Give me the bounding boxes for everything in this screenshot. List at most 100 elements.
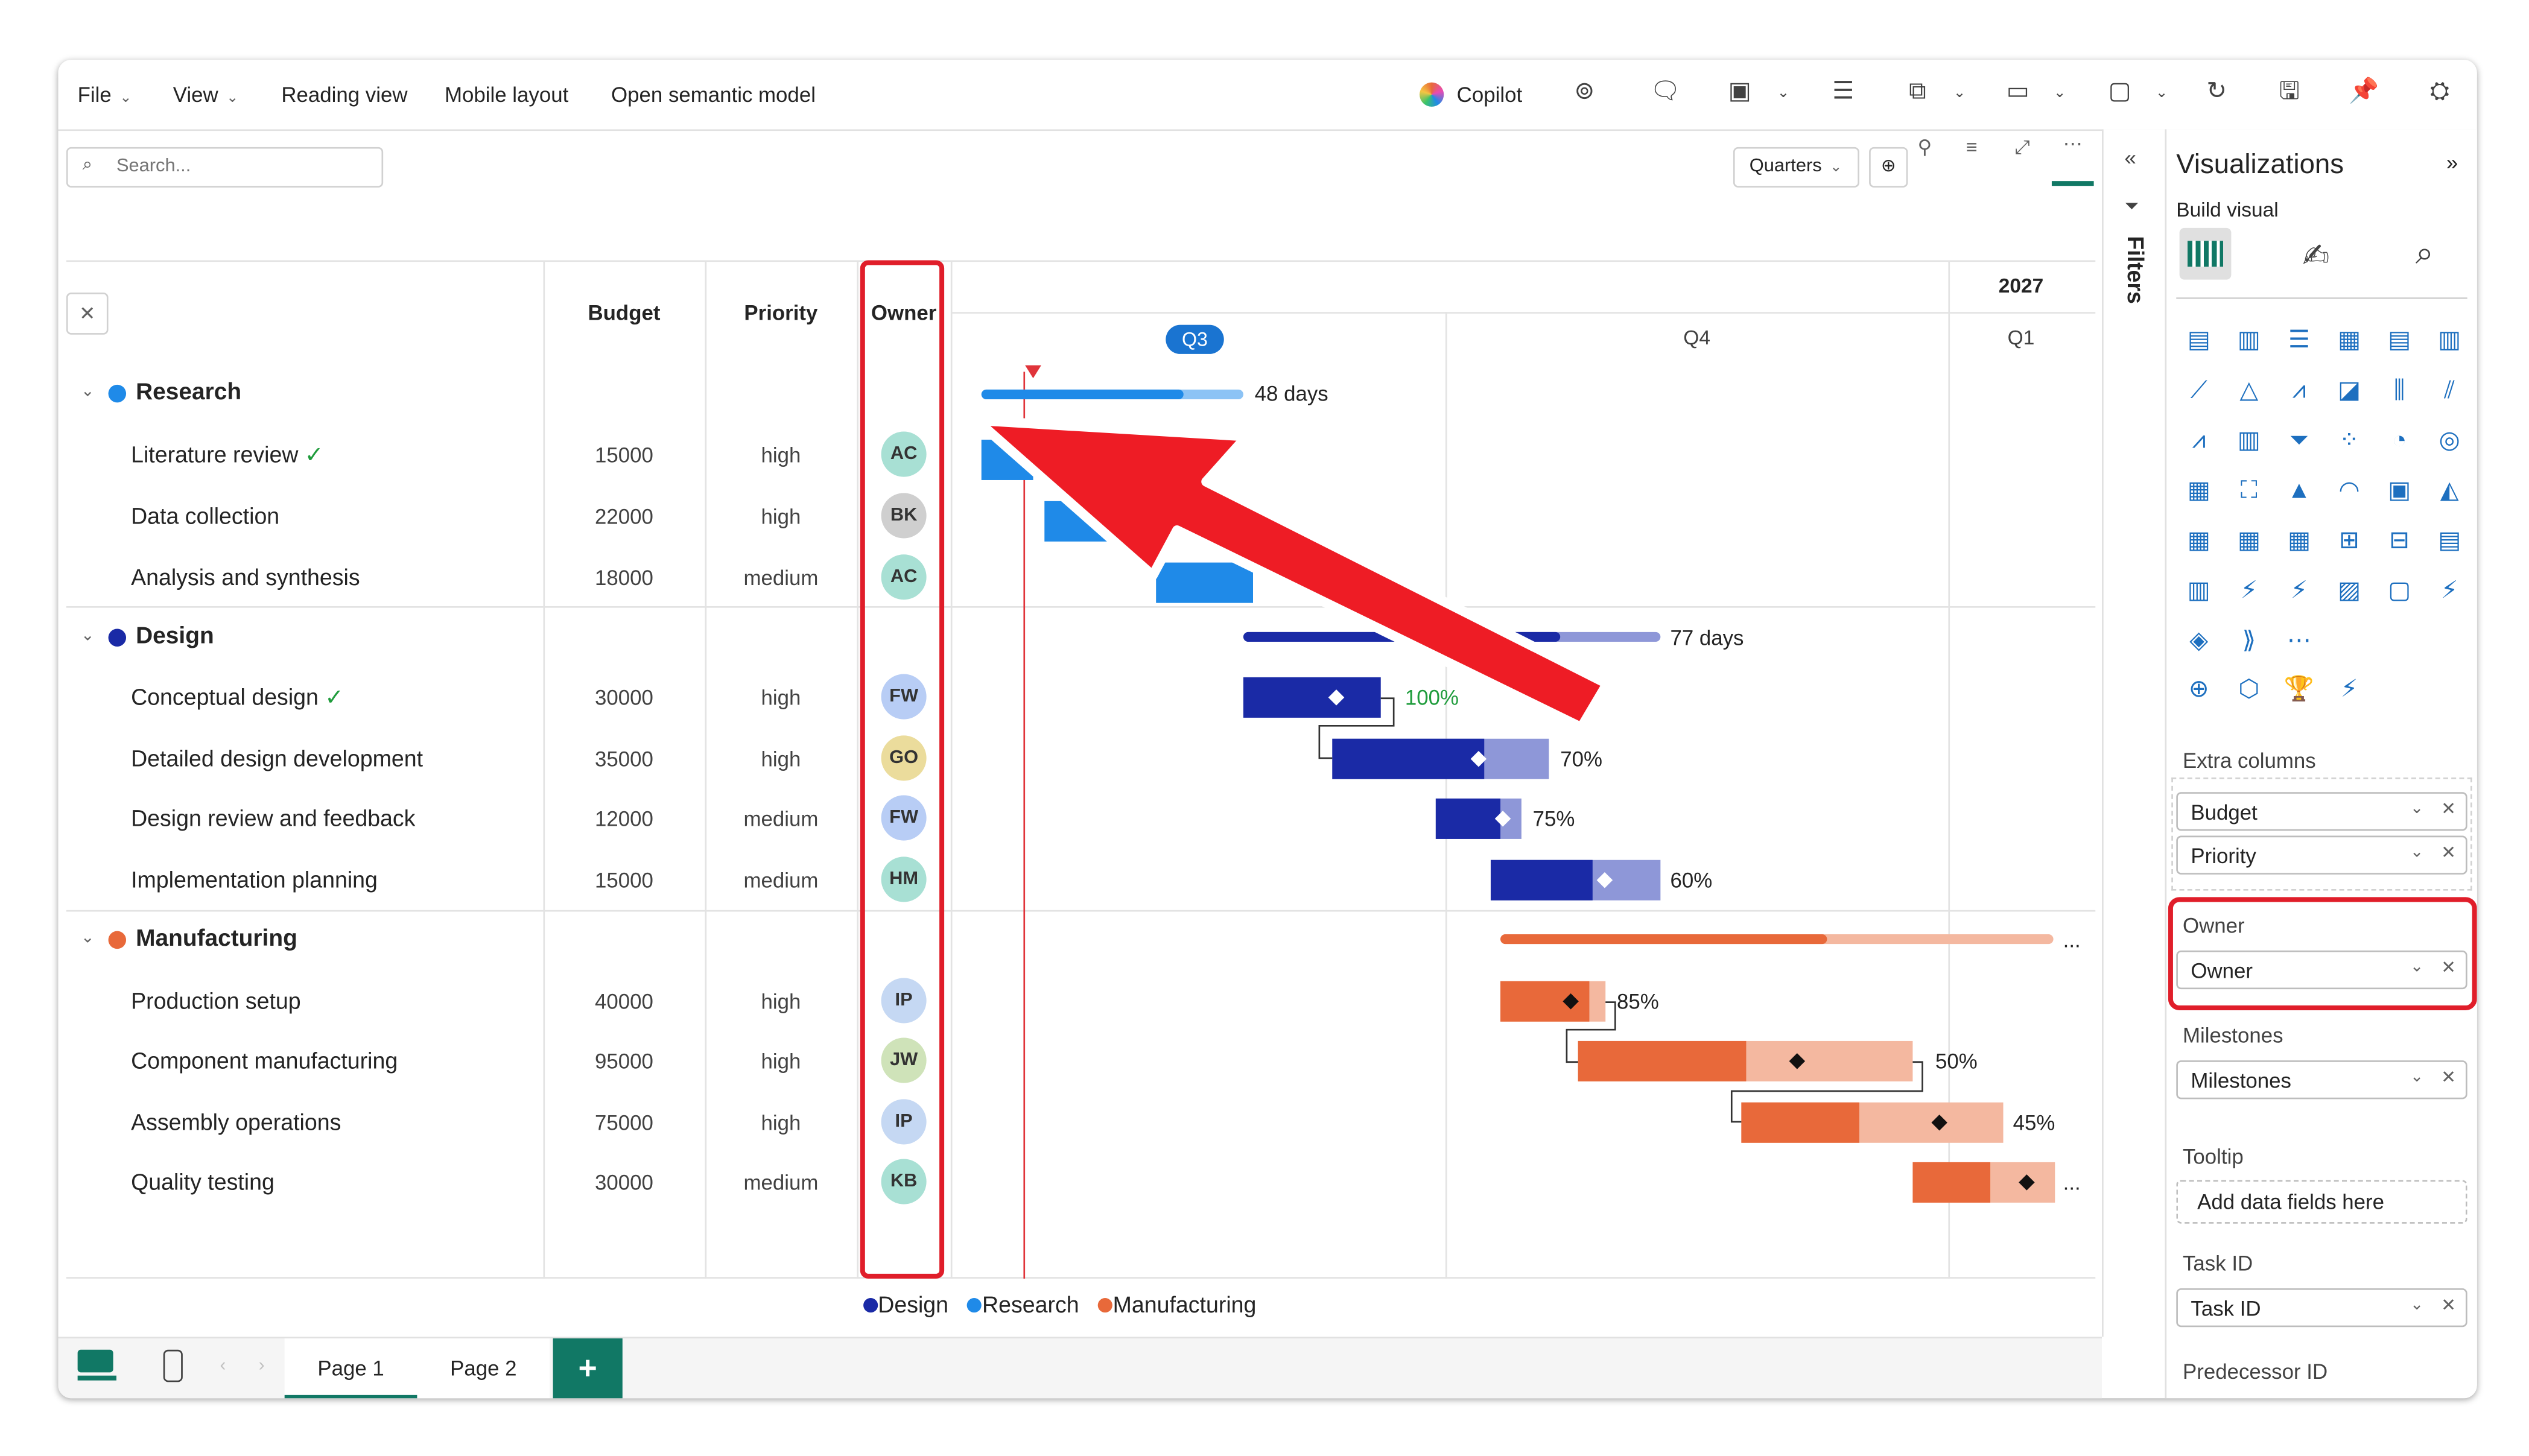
file-menu[interactable]: File ⌄: [78, 83, 132, 107]
visual-type-icon[interactable]: ▥: [2433, 326, 2466, 355]
filters-pane-collapsed[interactable]: « ⏷ Filters: [2102, 129, 2167, 1337]
chevron-down-icon[interactable]: ⌄: [2410, 844, 2423, 861]
visual-type-icon[interactable]: ◠: [2333, 477, 2366, 506]
page-tab-2[interactable]: Page 2: [417, 1338, 550, 1399]
visual-type-icon[interactable]: ⩘: [2183, 427, 2215, 456]
add-page-button[interactable]: +: [553, 1338, 623, 1399]
mobile-view-icon[interactable]: [163, 1349, 183, 1382]
priority-field[interactable]: Priority ⌄ ✕: [2176, 835, 2467, 875]
chevron-down-icon[interactable]: ⌄: [2410, 1296, 2423, 1314]
collapse-pane-icon[interactable]: »: [2446, 150, 2458, 174]
visual-type-icon[interactable]: ▥: [2233, 326, 2265, 355]
close-icon[interactable]: ✕: [2441, 1295, 2456, 1315]
next-page-icon[interactable]: ›: [259, 1356, 265, 1376]
chevron-down-icon[interactable]: ⌄: [2044, 76, 2077, 109]
chevron-down-icon[interactable]: ⌄: [1767, 76, 1800, 109]
share-icon[interactable]: ⧉: [1902, 76, 1934, 109]
visual-type-icon[interactable]: ▥: [2183, 577, 2215, 606]
visual-type-icon[interactable]: ◔: [2383, 427, 2416, 456]
notes-icon[interactable]: ☰: [1827, 76, 1859, 109]
visual-type-icon[interactable]: ◪: [2333, 376, 2366, 405]
chat-icon[interactable]: ▣: [1724, 76, 1756, 109]
visual-type-icon[interactable]: △: [2233, 376, 2265, 405]
visual-type-icon[interactable]: ▤: [2433, 527, 2466, 556]
visual-type-icon[interactable]: ⫼: [2383, 376, 2416, 405]
pin-icon[interactable]: 📌: [2347, 76, 2380, 109]
owner-field[interactable]: Owner ⌄ ✕: [2176, 950, 2467, 990]
chevron-down-icon[interactable]: ⌄: [2145, 76, 2178, 109]
task-id-field[interactable]: Task ID ⌄ ✕: [2176, 1288, 2467, 1328]
custom-visual-icon[interactable]: ⬡: [2233, 676, 2265, 704]
visual-type-icon[interactable]: ⋯: [2283, 627, 2315, 656]
milestones-field[interactable]: Milestones ⌄ ✕: [2176, 1060, 2467, 1100]
visual-type-icon[interactable]: ⏷: [2283, 427, 2315, 456]
visual-type-icon[interactable]: ▦: [2233, 527, 2265, 556]
analytics-icon[interactable]: ⌕: [2416, 236, 2434, 273]
visual-type-icon[interactable]: ▥: [2233, 427, 2265, 456]
visual-type-icon[interactable]: ⟫: [2233, 627, 2265, 656]
visual-type-icon[interactable]: ⫽: [2433, 376, 2466, 405]
tooltip-drop-zone[interactable]: Add data fields here: [2176, 1180, 2467, 1224]
filters-label[interactable]: Filters: [2123, 236, 2149, 304]
visual-type-icon[interactable]: ▣: [2383, 477, 2416, 506]
visual-type-icon[interactable]: ▦: [2333, 326, 2366, 355]
visual-type-icon[interactable]: ▦: [2183, 527, 2215, 556]
prev-page-icon[interactable]: ‹: [220, 1356, 226, 1376]
visual-type-icon[interactable]: ⁘: [2333, 427, 2366, 456]
visual-type-icon[interactable]: ⟋: [2183, 376, 2215, 405]
budget-field[interactable]: Budget ⌄ ✕: [2176, 792, 2467, 831]
legend-dot: [1098, 1298, 1113, 1313]
visual-type-icon[interactable]: ▨: [2333, 577, 2366, 606]
tab-divider: [2176, 297, 2467, 299]
visual-type-icon[interactable]: ☰: [2283, 326, 2315, 355]
custom-visual-icon[interactable]: ⊕: [2183, 676, 2215, 704]
page-tab-1[interactable]: Page 1: [284, 1338, 417, 1399]
extra-columns-label: Extra columns: [2183, 748, 2316, 773]
chevron-down-icon[interactable]: ⌄: [1943, 76, 1976, 109]
visual-type-icon[interactable]: ⊟: [2383, 527, 2416, 556]
close-icon[interactable]: ✕: [2441, 957, 2456, 978]
reading-view-button[interactable]: Reading view: [281, 83, 407, 107]
close-icon[interactable]: ✕: [2441, 842, 2456, 863]
mobile-layout-button[interactable]: Mobile layout: [445, 83, 568, 107]
teams-icon[interactable]: ⛭: [2423, 76, 2456, 109]
owner-column-highlight: [860, 260, 945, 1279]
close-icon[interactable]: ✕: [2441, 799, 2456, 820]
custom-visual-icon[interactable]: ⚡: [2333, 676, 2366, 704]
comment-icon[interactable]: 🗨: [1649, 76, 1682, 109]
format-visual-icon[interactable]: ✍: [2302, 236, 2329, 276]
visual-type-icon[interactable]: ⛶: [2233, 477, 2265, 506]
visual-type-icon[interactable]: ⚡: [2433, 577, 2466, 606]
expand-filters-icon[interactable]: «: [2125, 145, 2136, 169]
visual-type-icon[interactable]: ⊞: [2333, 527, 2366, 556]
report-canvas: ⌕ Quarters⌄ ⊕ ⚲ ≡ ⤢ ⋯ ✕ Budget Priority …: [58, 129, 2102, 1317]
visual-type-icon[interactable]: ⚡: [2283, 577, 2315, 606]
predecessor-id-label: Predecessor ID: [2183, 1359, 2328, 1384]
view-menu[interactable]: View ⌄: [173, 83, 239, 107]
visual-type-icon[interactable]: ◭: [2433, 477, 2466, 506]
open-semantic-model-button[interactable]: Open semantic model: [611, 83, 816, 107]
chevron-down-icon[interactable]: ⌄: [2410, 958, 2423, 976]
close-icon[interactable]: ✕: [2441, 1067, 2456, 1087]
visual-type-icon[interactable]: ▢: [2383, 577, 2416, 606]
build-visual-tab-icon[interactable]: [2179, 227, 2232, 280]
copilot-button[interactable]: Copilot: [1420, 82, 1522, 107]
save-icon[interactable]: 🖫: [2273, 76, 2306, 109]
visual-type-icon[interactable]: ▦: [2283, 527, 2315, 556]
desktop-view-icon[interactable]: [77, 1349, 116, 1382]
visual-type-icon[interactable]: ▤: [2383, 326, 2416, 355]
custom-visual-icon[interactable]: 🏆: [2283, 676, 2315, 704]
chevron-down-icon[interactable]: ⌄: [2410, 800, 2423, 818]
visual-type-icon[interactable]: ⩘: [2283, 376, 2315, 405]
visual-type-icon[interactable]: ⚡: [2233, 577, 2265, 606]
window-icon[interactable]: ▢: [2104, 76, 2136, 109]
present-icon[interactable]: ▭: [2002, 76, 2034, 109]
visual-type-icon[interactable]: ▲: [2283, 477, 2315, 506]
visual-type-icon[interactable]: ▤: [2183, 326, 2215, 355]
binoculars-icon[interactable]: ⊚: [1569, 76, 1601, 109]
visual-type-icon[interactable]: ▦: [2183, 477, 2215, 506]
refresh-icon[interactable]: ↻: [2200, 76, 2233, 109]
chevron-down-icon[interactable]: ⌄: [2410, 1068, 2423, 1086]
visual-type-icon[interactable]: ◈: [2183, 627, 2215, 656]
visual-type-icon[interactable]: ◎: [2433, 427, 2466, 456]
